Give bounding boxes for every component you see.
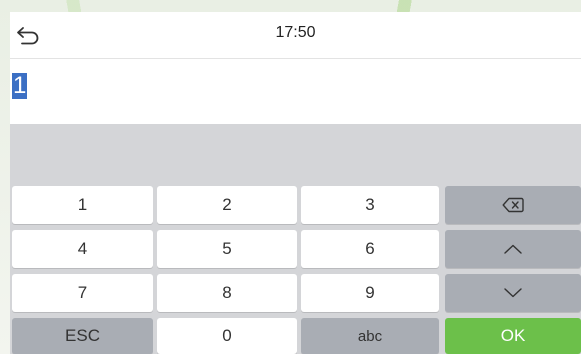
key-1[interactable]: 1 <box>12 186 153 224</box>
key-9[interactable]: 9 <box>301 274 439 312</box>
input-value-selected: 1 <box>12 72 28 99</box>
key-3[interactable]: 3 <box>301 186 439 224</box>
header-bar: 17:50 <box>10 12 581 59</box>
esc-key[interactable]: ESC <box>12 318 153 354</box>
chevron-down-icon <box>503 287 523 299</box>
backspace-key[interactable] <box>445 186 581 224</box>
chevron-up-icon <box>503 243 523 255</box>
numeric-keyboard: 1 2 3 4 5 6 7 8 9 ESC 0 abc OK <box>10 124 581 354</box>
backspace-icon <box>502 197 524 213</box>
key-5[interactable]: 5 <box>157 230 297 268</box>
key-2[interactable]: 2 <box>157 186 297 224</box>
key-7[interactable]: 7 <box>12 274 153 312</box>
key-0[interactable]: 0 <box>157 318 297 354</box>
clock-time: 17:50 <box>275 24 316 41</box>
up-key[interactable] <box>445 230 581 268</box>
ok-button[interactable]: OK <box>445 318 581 354</box>
abc-key[interactable]: abc <box>301 318 439 354</box>
keypad-screen: 17:50 1 1 2 3 4 5 6 7 8 9 ESC 0 abc OK <box>10 12 581 354</box>
input-field[interactable]: 1 <box>10 59 581 123</box>
key-8[interactable]: 8 <box>157 274 297 312</box>
key-6[interactable]: 6 <box>301 230 439 268</box>
down-key[interactable] <box>445 274 581 312</box>
key-4[interactable]: 4 <box>12 230 153 268</box>
